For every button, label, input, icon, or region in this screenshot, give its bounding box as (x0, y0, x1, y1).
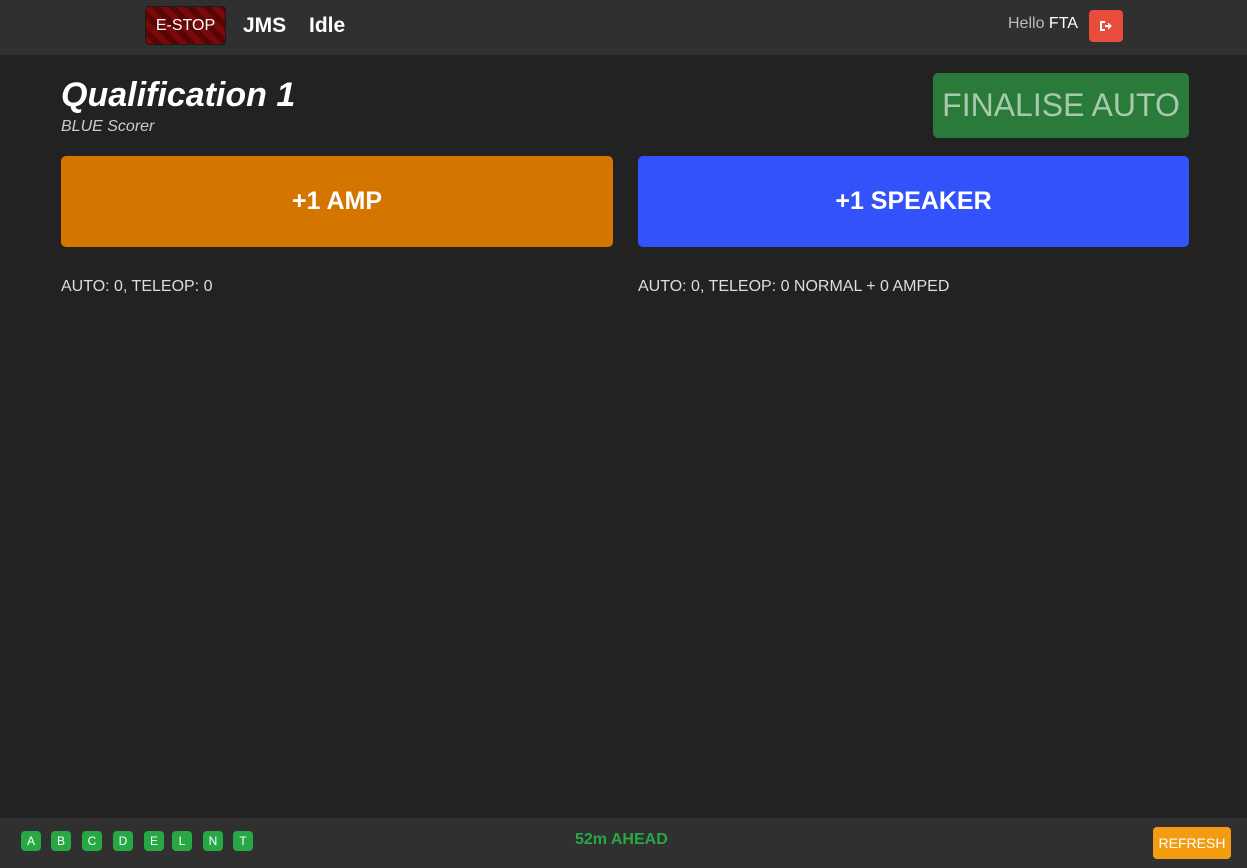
match-title: Qualification 1 (61, 76, 296, 114)
scorer-subtitle: BLUE Scorer (61, 118, 155, 135)
status-indicator-e: E (144, 831, 164, 851)
greeting-text: Hello (1008, 15, 1045, 32)
status-indicator-c: C (82, 831, 102, 851)
logout-button[interactable] (1089, 10, 1123, 42)
arena-state-label: Idle (309, 14, 346, 37)
sign-out-icon (1100, 21, 1112, 31)
add-speaker-button[interactable]: +1 SPEAKER (638, 156, 1189, 247)
speaker-score-text: AUTO: 0, TELEOP: 0 NORMAL + 0 AMPED (638, 278, 950, 295)
estop-button[interactable]: E-STOP (145, 6, 226, 45)
status-indicator-a: A (21, 831, 41, 851)
brand-label[interactable]: JMS (243, 14, 286, 38)
refresh-button[interactable]: REFRESH (1153, 827, 1231, 859)
amp-score-text: AUTO: 0, TELEOP: 0 (61, 278, 213, 295)
status-indicator-b: B (51, 831, 71, 851)
status-indicator-d: D (113, 831, 133, 851)
status-indicator-n: N (203, 831, 223, 851)
top-navbar: E-STOP JMS Idle Hello FTA (0, 0, 1247, 55)
add-amp-button[interactable]: +1 AMP (61, 156, 613, 247)
user-greeting: Hello FTA (1008, 15, 1078, 33)
finalise-auto-button[interactable]: FINALISE AUTO (933, 73, 1189, 138)
username: FTA (1048, 15, 1078, 32)
status-indicator-l: L (172, 831, 192, 851)
status-indicator-t: T (233, 831, 253, 851)
schedule-status: 52m AHEAD (575, 831, 668, 848)
bottom-status-bar: A B C D E L N T 52m AHEAD REFRESH (0, 818, 1247, 868)
